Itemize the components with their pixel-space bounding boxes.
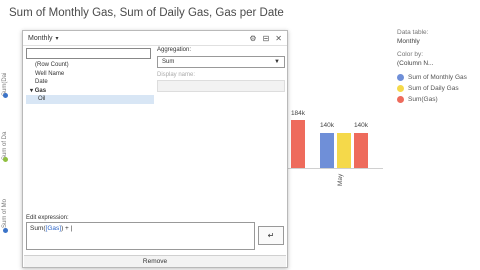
column-selector-popup: Monthly ▾ ⚙ ⊟ ✕ (Row Count) Well Name Da… xyxy=(22,30,288,268)
aggregation-select[interactable]: Sum ▼ xyxy=(157,56,285,68)
chevron-down-icon: ▾ xyxy=(55,35,59,42)
expression-prefix: Sum( xyxy=(30,225,46,232)
legend-swatch-icon xyxy=(397,96,404,103)
legend-panel: Data table: Monthly Color by: (Column N.… xyxy=(397,28,477,105)
legend-item-label: Sum of Daily Gas xyxy=(408,85,459,92)
legend-item-daily-gas[interactable]: Sum of Daily Gas xyxy=(397,83,477,94)
bar-label-1: 184k xyxy=(290,110,306,117)
close-icon[interactable]: ✕ xyxy=(275,34,282,43)
column-group-label: Gas xyxy=(34,87,47,94)
display-name-label: Display name: xyxy=(157,72,196,78)
bar-daily-gas[interactable] xyxy=(337,133,351,168)
legend-color-by-label: Color by: xyxy=(397,51,424,58)
legend-item-monthly-gas[interactable]: Sum of Monthly Gas xyxy=(397,72,477,83)
x-tick-may: May xyxy=(337,173,344,186)
dropdown-arrow-icon: ▼ xyxy=(274,59,280,65)
column-item-well-name[interactable]: Well Name xyxy=(26,70,154,79)
x-axis-line xyxy=(288,168,383,169)
data-table-dropdown[interactable]: Monthly ▾ xyxy=(28,35,59,42)
legend-item-label: Sum(Gas) xyxy=(408,96,438,103)
column-item-row-count[interactable]: (Row Count) xyxy=(26,61,154,70)
legend-swatch-icon xyxy=(397,85,404,92)
column-list: (Row Count) Well Name Date ▾ Gas Oil xyxy=(26,61,154,104)
rail-dot-3[interactable] xyxy=(3,228,8,233)
expression-input[interactable]: Sum([Gas]) + | xyxy=(26,222,255,250)
column-item-date[interactable]: Date xyxy=(26,78,154,87)
pin-icon[interactable]: ⊟ xyxy=(263,34,270,43)
rail-label-3: Sum of Mo xyxy=(2,198,8,228)
rail-dot-2[interactable] xyxy=(3,157,8,162)
edit-expression-label: Edit expression: xyxy=(26,215,69,221)
rail-dot-1[interactable] xyxy=(3,93,8,98)
bar-monthly-gas[interactable] xyxy=(320,133,334,168)
legend-item-sum-gas[interactable]: Sum(Gas) xyxy=(397,94,477,105)
column-search-input[interactable] xyxy=(26,48,151,59)
legend-item-label: Sum of Monthly Gas xyxy=(408,74,467,81)
data-table-name: Monthly xyxy=(28,34,53,42)
popup-header: Monthly ▾ ⚙ ⊟ ✕ xyxy=(23,31,287,46)
aggregation-value: Sum xyxy=(162,59,175,65)
bar-sum-gas-2[interactable] xyxy=(354,133,368,168)
aggregation-label: Aggregation: xyxy=(157,47,192,53)
expression-suffix: ) + | xyxy=(61,225,73,232)
legend-data-table-value[interactable]: Monthly xyxy=(397,37,477,46)
remove-button[interactable]: Remove xyxy=(24,255,286,267)
rail-label-2: Sum of Da xyxy=(2,131,8,160)
column-item-oil[interactable]: Oil xyxy=(26,95,154,104)
bar-label-2: 140k xyxy=(319,122,335,129)
legend-color-by-value[interactable]: (Column N... xyxy=(397,59,477,68)
legend-swatch-icon xyxy=(397,74,404,81)
legend-data-table-label: Data table: xyxy=(397,29,429,36)
gear-icon[interactable]: ⚙ xyxy=(249,34,256,43)
display-name-input[interactable] xyxy=(157,80,285,92)
bar-label-3: 140k xyxy=(353,122,369,129)
insert-button[interactable]: ↵ xyxy=(258,226,284,245)
column-group-gas[interactable]: ▾ Gas xyxy=(26,87,154,96)
expression-token: [Gas] xyxy=(45,225,62,232)
chart-title: Sum of Monthly Gas, Sum of Daily Gas, Ga… xyxy=(9,7,284,19)
bar-sum-gas-1[interactable] xyxy=(291,120,305,168)
